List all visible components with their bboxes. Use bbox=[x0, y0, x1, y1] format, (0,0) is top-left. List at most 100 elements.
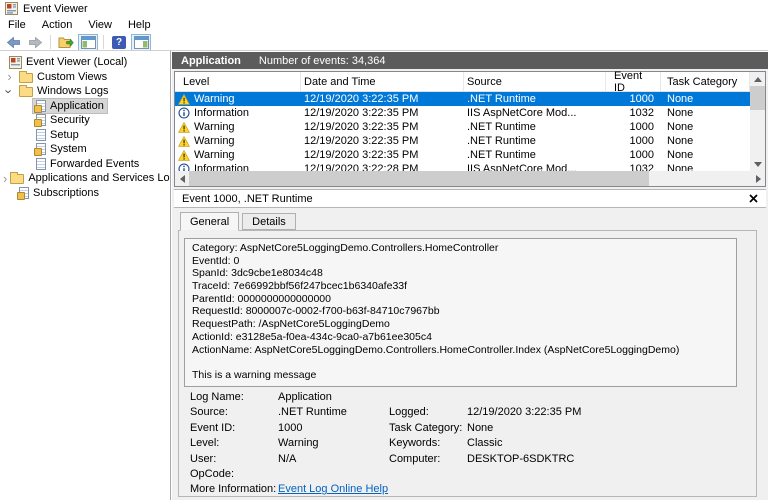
column-header-event-id[interactable]: Event ID bbox=[606, 72, 661, 91]
sidebar-item-event-viewer-local[interactable]: Event Viewer (Local) bbox=[0, 55, 170, 70]
event-rows: Warning 12/19/2020 3:22:35 PM .NET Runti… bbox=[175, 92, 750, 171]
field-value: DESKTOP-6SDKTRC bbox=[467, 452, 751, 467]
tab-details[interactable]: Details bbox=[242, 213, 296, 230]
field-value bbox=[467, 390, 751, 405]
field-value: Warning bbox=[278, 436, 389, 451]
event-row[interactable]: Warning 12/19/2020 3:22:35 PM .NET Runti… bbox=[175, 120, 750, 134]
menu-bar: File Action View Help bbox=[0, 17, 768, 33]
field-label bbox=[389, 390, 467, 405]
help-button[interactable] bbox=[109, 34, 129, 51]
event-task-category: None bbox=[661, 134, 750, 148]
sidebar-item-label: Custom Views bbox=[37, 71, 107, 83]
menu-help[interactable]: Help bbox=[120, 19, 159, 31]
sidebar-item-forwarded-events[interactable]: Forwarded Events bbox=[0, 157, 170, 172]
event-task-category: None bbox=[661, 162, 750, 171]
show-action-pane-button[interactable] bbox=[131, 34, 151, 51]
field-value: None bbox=[467, 421, 751, 436]
message-line bbox=[192, 356, 729, 369]
event-list: Level Date and Time Source Event ID Task… bbox=[174, 71, 766, 187]
folder-icon bbox=[19, 73, 33, 83]
event-level-cell: Information bbox=[175, 106, 301, 120]
forward-button[interactable] bbox=[25, 34, 45, 51]
vertical-scrollbar-thumb[interactable] bbox=[750, 86, 765, 110]
field-label: Log Name: bbox=[190, 390, 278, 405]
chevron-down-icon[interactable] bbox=[3, 85, 16, 98]
folder-icon bbox=[10, 174, 24, 184]
sidebar-item-label: Subscriptions bbox=[33, 187, 99, 199]
column-header-level[interactable]: Level bbox=[175, 72, 301, 91]
field-label: OpCode: bbox=[190, 467, 278, 482]
event-preview-pane: Event 1000, .NET Runtime General Details… bbox=[174, 189, 766, 500]
sidebar-item-security[interactable]: Security bbox=[0, 113, 170, 128]
event-log-online-help-link[interactable]: Event Log Online Help bbox=[278, 482, 389, 497]
scroll-up-button[interactable] bbox=[750, 72, 765, 86]
show-console-tree-button[interactable] bbox=[78, 34, 98, 51]
subscriptions-icon bbox=[19, 187, 29, 199]
event-date: 12/19/2020 3:22:35 PM bbox=[301, 148, 464, 162]
event-level: Warning bbox=[194, 121, 235, 133]
export-log-button[interactable] bbox=[56, 34, 76, 51]
event-date: 12/19/2020 3:22:35 PM bbox=[301, 106, 464, 120]
sidebar-item-applications-and-services-logs[interactable]: Applications and Services Logs bbox=[0, 171, 170, 186]
event-message-box[interactable]: Category: AspNetCore5LoggingDemo.Control… bbox=[184, 238, 737, 387]
sidebar-item-setup[interactable]: Setup bbox=[0, 128, 170, 143]
event-source: .NET Runtime bbox=[464, 134, 606, 148]
field-value bbox=[467, 467, 751, 482]
menu-view[interactable]: View bbox=[80, 19, 120, 31]
triangle-left-icon bbox=[180, 175, 185, 183]
field-value: N/A bbox=[278, 452, 389, 467]
sidebar-item-windows-logs[interactable]: Windows Logs bbox=[0, 84, 170, 99]
sidebar-item-label: Security bbox=[50, 114, 90, 126]
message-line: ActionId: e3128e5a-f0ea-434c-9ca0-a7b61e… bbox=[192, 331, 729, 344]
triangle-up-icon bbox=[754, 77, 762, 82]
sidebar-item-label: Windows Logs bbox=[37, 85, 109, 97]
sidebar-item-application[interactable]: Application bbox=[0, 99, 170, 114]
log-file-icon bbox=[36, 158, 46, 170]
event-task-category: None bbox=[661, 148, 750, 162]
triangle-right-icon bbox=[756, 175, 761, 183]
menu-file[interactable]: File bbox=[0, 19, 34, 31]
horizontal-scrollbar[interactable] bbox=[175, 171, 765, 186]
folder-export-icon bbox=[58, 36, 74, 49]
field-value: .NET Runtime bbox=[278, 405, 389, 420]
scroll-right-button[interactable] bbox=[751, 171, 765, 186]
event-row[interactable]: Warning 12/19/2020 3:22:35 PM .NET Runti… bbox=[175, 148, 750, 162]
message-line: ParentId: 0000000000000000 bbox=[192, 293, 729, 306]
field-label: More Information: bbox=[190, 482, 278, 497]
field-label: Computer: bbox=[389, 452, 467, 467]
menu-action[interactable]: Action bbox=[34, 19, 81, 31]
message-line: RequestPath: /AspNetCore5LoggingDemo bbox=[192, 318, 729, 331]
help-icon bbox=[112, 36, 126, 49]
sidebar-item-subscriptions[interactable]: Subscriptions bbox=[0, 186, 170, 201]
event-level-cell: Warning bbox=[175, 134, 301, 148]
column-header-source[interactable]: Source bbox=[464, 72, 606, 91]
sidebar-item-custom-views[interactable]: Custom Views bbox=[0, 70, 170, 85]
sidebar-item-label: Application bbox=[50, 100, 104, 112]
event-row[interactable]: Information 12/19/2020 3:22:28 PM IIS As… bbox=[175, 162, 750, 171]
column-header-task-category[interactable]: Task Category bbox=[661, 72, 750, 91]
window-title: Event Viewer bbox=[23, 3, 88, 15]
event-id: 1032 bbox=[606, 162, 661, 171]
message-line: Category: AspNetCore5LoggingDemo.Control… bbox=[192, 242, 729, 255]
sidebar-item-system[interactable]: System bbox=[0, 142, 170, 157]
information-icon bbox=[178, 163, 190, 171]
event-id: 1000 bbox=[606, 148, 661, 162]
scroll-left-button[interactable] bbox=[175, 171, 189, 186]
column-header-date-and-time[interactable]: Date and Time bbox=[301, 72, 464, 91]
chevron-right-icon[interactable] bbox=[3, 70, 16, 83]
vertical-scrollbar[interactable] bbox=[750, 72, 765, 171]
log-file-icon bbox=[36, 129, 46, 141]
sidebar-item-label: Applications and Services Logs bbox=[28, 172, 171, 184]
scroll-down-button[interactable] bbox=[750, 157, 765, 171]
horizontal-scrollbar-thumb[interactable] bbox=[189, 171, 649, 186]
event-row[interactable]: Warning 12/19/2020 3:22:35 PM .NET Runti… bbox=[175, 134, 750, 148]
warning-icon bbox=[178, 150, 190, 161]
event-row[interactable]: Warning 12/19/2020 3:22:35 PM .NET Runti… bbox=[175, 92, 750, 106]
close-icon[interactable] bbox=[749, 194, 758, 203]
back-button[interactable] bbox=[3, 34, 23, 51]
event-row[interactable]: Information 12/19/2020 3:22:35 PM IIS As… bbox=[175, 106, 750, 120]
toolbar-separator bbox=[103, 35, 104, 49]
event-viewer-app-icon bbox=[5, 2, 18, 15]
back-arrow-icon bbox=[6, 36, 21, 49]
tab-general[interactable]: General bbox=[180, 212, 239, 231]
